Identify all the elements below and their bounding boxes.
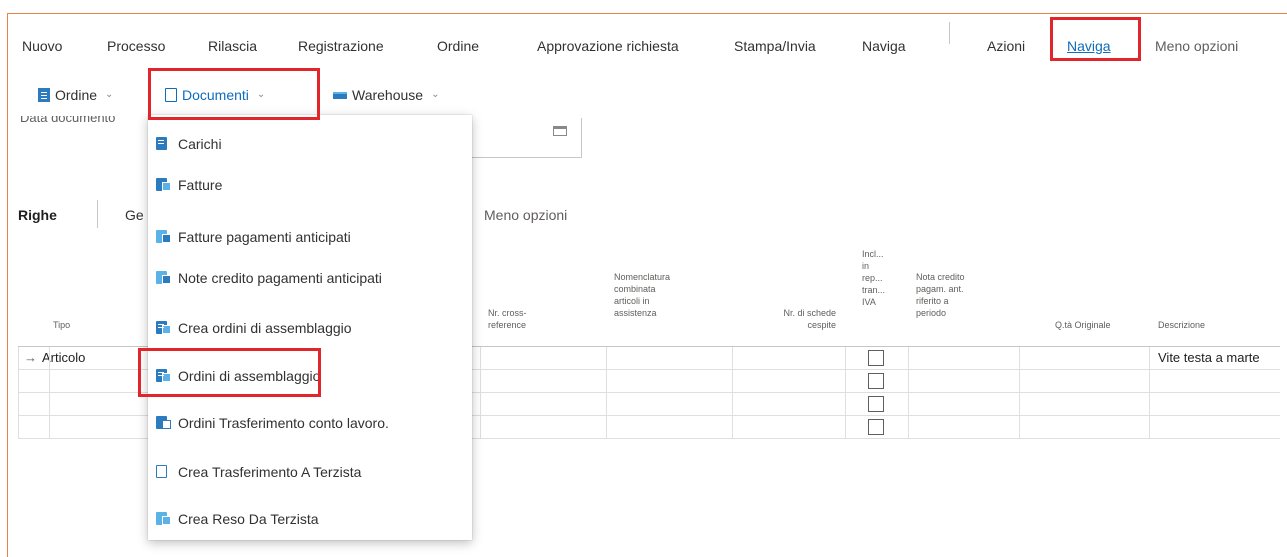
col-header-cross-reference[interactable]: Nr. cross- reference (488, 307, 527, 331)
lines-separator (97, 200, 98, 228)
action-azioni[interactable]: Azioni (987, 29, 1025, 63)
row-checkbox[interactable] (868, 419, 884, 435)
return-icon (154, 511, 172, 527)
chevron-down-icon: ⌄ (431, 89, 440, 100)
document-icon (165, 88, 177, 102)
menu-item-carichi[interactable]: Carichi (148, 124, 472, 164)
row-selected-arrow-icon: → (24, 350, 37, 365)
col-header-qta-originale[interactable]: Q.tà Originale (1055, 319, 1111, 331)
action-stampa-invia[interactable]: Stampa/Invia (734, 29, 816, 63)
chevron-down-icon: ⌄ (256, 89, 266, 100)
grid-divider (18, 347, 19, 439)
warehouse-label: Warehouse (352, 87, 424, 103)
menu-item-label: Ordini di assemblaggio (178, 368, 321, 384)
grid-divider (732, 347, 733, 439)
menu-item-label: Crea ordini di assemblaggio (178, 320, 352, 336)
menu-item-crea-reso-da-terzista[interactable]: Crea Reso Da Terzista (148, 499, 472, 539)
action-nuovo[interactable]: Nuovo (22, 29, 62, 63)
invoice-icon (154, 177, 172, 193)
menu-item-note-credito-pagamenti-anticipati[interactable]: Note credito pagamenti anticipati (148, 258, 472, 298)
ordine-menu-button[interactable]: Ordine ⌄ (38, 78, 113, 112)
col-header-tipo[interactable]: Tipo (53, 319, 70, 331)
order-icon (38, 88, 50, 102)
menu-item-fatture[interactable]: Fatture (148, 165, 472, 205)
action-meno-opzioni[interactable]: Meno opzioni (1155, 29, 1238, 63)
row-checkbox[interactable] (868, 373, 884, 389)
grid-divider (606, 347, 607, 439)
transfer-order-icon (154, 415, 172, 431)
assembly-order-icon (154, 368, 172, 384)
grid-divider (1149, 347, 1150, 439)
documenti-menu-button[interactable]: Documenti ⌄ (165, 78, 265, 112)
action-naviga[interactable]: Naviga (862, 29, 906, 63)
receipt-icon (154, 136, 172, 152)
action-naviga-selected[interactable]: Naviga (1067, 29, 1111, 63)
cell-descrizione[interactable]: Vite testa a marte (1158, 347, 1260, 369)
col-header-schede-cespite[interactable]: Nr. di schede cespite (760, 307, 836, 331)
grid-divider (1019, 347, 1020, 439)
transfer-icon (154, 464, 172, 480)
prepayment-invoice-icon (154, 229, 172, 245)
action-separator (949, 22, 950, 44)
action-processo[interactable]: Processo (107, 29, 165, 63)
menu-item-label: Crea Reso Da Terzista (178, 511, 319, 527)
action-bar: Nuovo Processo Rilascia Registrazione Or… (0, 22, 1280, 63)
grid-divider (480, 347, 481, 439)
col-header-descrizione[interactable]: Descrizione (1158, 319, 1205, 331)
grid-divider (845, 347, 846, 439)
menu-item-fatture-pagamenti-anticipati[interactable]: Fatture pagamenti anticipati (148, 217, 472, 257)
action-registrazione[interactable]: Registrazione (298, 29, 384, 63)
chevron-down-icon: ⌄ (105, 89, 114, 100)
menu-item-crea-trasferimento-a-terzista[interactable]: Crea Trasferimento A Terzista (148, 452, 472, 492)
col-header-nomenclatura[interactable]: Nomenclatura combinata articoli in assis… (614, 271, 670, 319)
action-approvazione-richiesta[interactable]: Approvazione richiesta (537, 29, 679, 63)
menu-item-ordini-di-assemblaggio[interactable]: Ordini di assemblaggio (148, 356, 472, 396)
calendar-icon[interactable] (553, 126, 567, 136)
lines-meno-opzioni[interactable]: Meno opzioni (484, 207, 567, 223)
prepayment-credit-memo-icon (154, 270, 172, 286)
warehouse-icon (333, 91, 347, 99)
ordine-label: Ordine (55, 87, 98, 103)
documenti-dropdown-menu: Carichi Fatture Fatture pagamenti antici… (148, 115, 472, 540)
menu-item-label: Fatture (178, 177, 223, 193)
row-checkbox[interactable] (868, 396, 884, 412)
grid-divider (49, 347, 50, 439)
warehouse-menu-button[interactable]: Warehouse ⌄ (333, 78, 439, 112)
menu-item-ordini-trasferimento-conto-lavoro[interactable]: Ordini Trasferimento conto lavoro. (148, 403, 472, 443)
menu-item-label: Fatture pagamenti anticipati (178, 229, 351, 245)
documenti-label: Documenti (182, 87, 249, 103)
action-rilascia[interactable]: Rilascia (208, 29, 257, 63)
data-documento-label: Data documento (20, 116, 116, 125)
assembly-order-icon (154, 320, 172, 336)
grid-divider (908, 347, 909, 439)
menu-item-label: Crea Trasferimento A Terzista (178, 464, 362, 480)
menu-item-label: Carichi (178, 136, 222, 152)
col-header-nota-credito[interactable]: Nota credito pagam. ant. riferito a peri… (916, 271, 965, 319)
sub-toolbar: Ordine ⌄ Documenti ⌄ Warehouse ⌄ (0, 78, 480, 112)
menu-item-crea-ordini-di-assemblaggio[interactable]: Crea ordini di assemblaggio (148, 308, 472, 348)
col-header-incl-iva[interactable]: Incl... in rep... tran... IVA (862, 248, 885, 308)
row-checkbox[interactable] (868, 350, 884, 366)
menu-item-label: Note credito pagamenti anticipati (178, 270, 382, 286)
lines-gestisci-action[interactable]: Ge (125, 207, 144, 223)
menu-item-label: Ordini Trasferimento conto lavoro. (178, 415, 389, 431)
lines-title: Righe (18, 207, 57, 223)
date-field[interactable] (470, 118, 582, 158)
action-ordine[interactable]: Ordine (437, 29, 479, 63)
